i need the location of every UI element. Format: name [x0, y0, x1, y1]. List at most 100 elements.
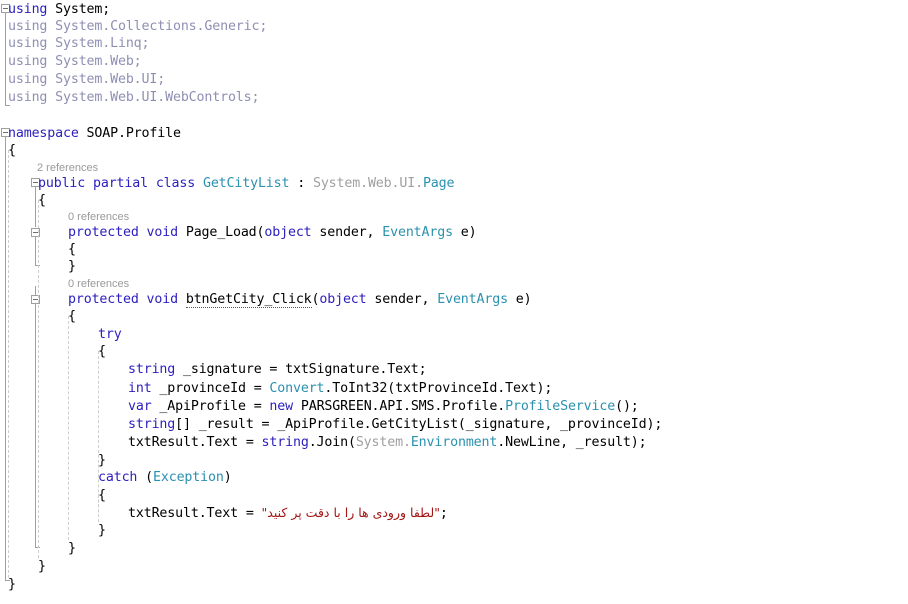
code-line[interactable]: {	[68, 241, 76, 258]
code-token: _signature = txtSignature.Text;	[175, 362, 427, 377]
code-line[interactable]: {	[8, 142, 16, 159]
code-line[interactable]: using System.Web.UI;	[8, 71, 165, 88]
code-line[interactable]: using System;	[8, 1, 110, 18]
code-token: Page	[422, 176, 455, 191]
code-token: EventArgs	[382, 225, 453, 240]
code-token: public partial class	[38, 176, 196, 191]
code-token: .NewLine, _result);	[497, 435, 647, 450]
code-line[interactable]: var _ApiProfile = new PARSGREEN.API.SMS.…	[128, 398, 639, 415]
code-line[interactable]: using System.Collections.Generic;	[8, 18, 267, 35]
code-line[interactable]: string[] _result = _ApiProfile.GetCityLi…	[128, 416, 662, 433]
code-token: )	[223, 470, 232, 485]
code-token: }	[68, 259, 76, 274]
code-token: }	[68, 541, 76, 556]
code-token: namespace	[8, 126, 79, 141]
code-token: string	[128, 417, 176, 432]
code-line[interactable]: int _provinceId = Convert.ToInt32(txtPro…	[128, 380, 552, 397]
code-token: :	[289, 176, 313, 191]
code-line[interactable]: {	[68, 308, 76, 325]
code-token: .Join(	[308, 435, 356, 450]
code-token: Convert	[269, 381, 325, 396]
code-line[interactable]: using System.Web.UI.WebControls;	[8, 89, 260, 106]
code-token: using System.Web.UI;	[8, 72, 166, 87]
code-token: e)	[452, 225, 477, 240]
code-token: EventArgs	[437, 292, 508, 307]
code-token: {	[8, 143, 16, 158]
code-token: _ApiProfile =	[151, 399, 270, 414]
code-token: Environment	[410, 435, 498, 450]
code-token: System;	[47, 2, 111, 17]
code-token: var	[128, 399, 152, 414]
code-token: }	[8, 577, 16, 592]
code-token: ();	[615, 399, 639, 414]
code-token: SOAP.Profile	[78, 126, 181, 141]
code-token: {	[98, 488, 106, 503]
code-token: string	[261, 435, 309, 450]
code-token: txtResult.Text =	[128, 435, 262, 450]
code-token: protected void	[68, 292, 178, 307]
code-token: "لطفا ورودی ها را با دقت پر کنید"	[261, 505, 440, 520]
code-line[interactable]: using System.Web;	[8, 53, 142, 70]
code-text-layer[interactable]: using System; using System.Collections.Ge…	[0, 0, 908, 604]
code-token: sender,	[311, 225, 383, 240]
code-line[interactable]: protected void Page_Load(object sender, …	[68, 224, 477, 241]
code-token: using System.Collections.Generic;	[8, 19, 268, 34]
code-token: using System.Web.UI.WebControls;	[8, 90, 260, 105]
code-token: string	[128, 362, 176, 377]
code-token: catch	[98, 470, 138, 485]
code-token: Exception	[153, 470, 224, 485]
code-token: using System.Web;	[8, 54, 142, 69]
code-token: {	[68, 309, 76, 324]
code-line[interactable]: string _signature = txtSignature.Text;	[128, 361, 427, 378]
code-line[interactable]: {	[38, 192, 46, 209]
code-token: {	[68, 242, 76, 257]
code-token: _provinceId =	[151, 381, 270, 396]
code-token: (	[137, 470, 153, 485]
code-line[interactable]: catch (Exception)	[98, 469, 232, 486]
code-line[interactable]: try	[98, 326, 122, 343]
code-token: {	[98, 344, 106, 359]
code-token: using	[8, 2, 48, 17]
code-token: System.	[355, 435, 411, 450]
code-token: new	[269, 399, 293, 414]
code-token: }	[38, 559, 46, 574]
code-line[interactable]: }	[98, 522, 106, 539]
code-token: btnGetCity_Click	[185, 292, 312, 308]
code-token: object	[319, 292, 367, 307]
code-token: e)	[507, 292, 532, 307]
code-line[interactable]: }	[68, 258, 76, 275]
code-token: sender,	[366, 292, 438, 307]
code-line[interactable]: protected void btnGetCity_Click(object s…	[68, 291, 532, 308]
code-token: ;	[439, 506, 448, 521]
code-token: .ToInt32(txtProvinceId.Text);	[324, 381, 553, 396]
code-line[interactable]: }	[98, 452, 106, 469]
code-token: int	[128, 381, 152, 396]
code-line[interactable]: {	[98, 487, 106, 504]
code-token: [] _result = _ApiProfile.GetCityList(_si…	[175, 417, 663, 432]
code-token: PARSGREEN.API.SMS.Profile.	[293, 399, 506, 414]
code-token: txtResult.Text =	[128, 506, 262, 521]
code-line[interactable]: }	[38, 558, 46, 575]
code-token: }	[98, 453, 106, 468]
code-token: object	[264, 225, 312, 240]
code-token: GetCityList	[202, 176, 290, 191]
code-line[interactable]: {	[98, 343, 106, 360]
code-token: try	[98, 327, 122, 342]
code-line[interactable]: txtResult.Text = "لطفا ورودی ها را با دق…	[128, 504, 448, 521]
code-line[interactable]: using System.Linq;	[8, 35, 150, 52]
code-token: }	[98, 523, 106, 538]
code-token: protected void	[68, 225, 178, 240]
code-line[interactable]: namespace SOAP.Profile	[8, 125, 181, 142]
code-line[interactable]: public partial class GetCityList : Syste…	[38, 175, 455, 192]
code-line[interactable]: }	[8, 576, 16, 593]
code-token: ProfileService	[505, 399, 616, 414]
code-line[interactable]: txtResult.Text = string.Join(System.Envi…	[128, 434, 647, 451]
code-token: {	[38, 193, 46, 208]
code-token: Page_Load(	[177, 225, 265, 240]
code-token: System.Web.UI.	[312, 176, 423, 191]
code-line[interactable]: }	[68, 540, 76, 557]
code-token: using System.Linq;	[8, 36, 150, 51]
code-editor-surface[interactable]: 2 references 0 references 0 references usi…	[0, 0, 908, 604]
